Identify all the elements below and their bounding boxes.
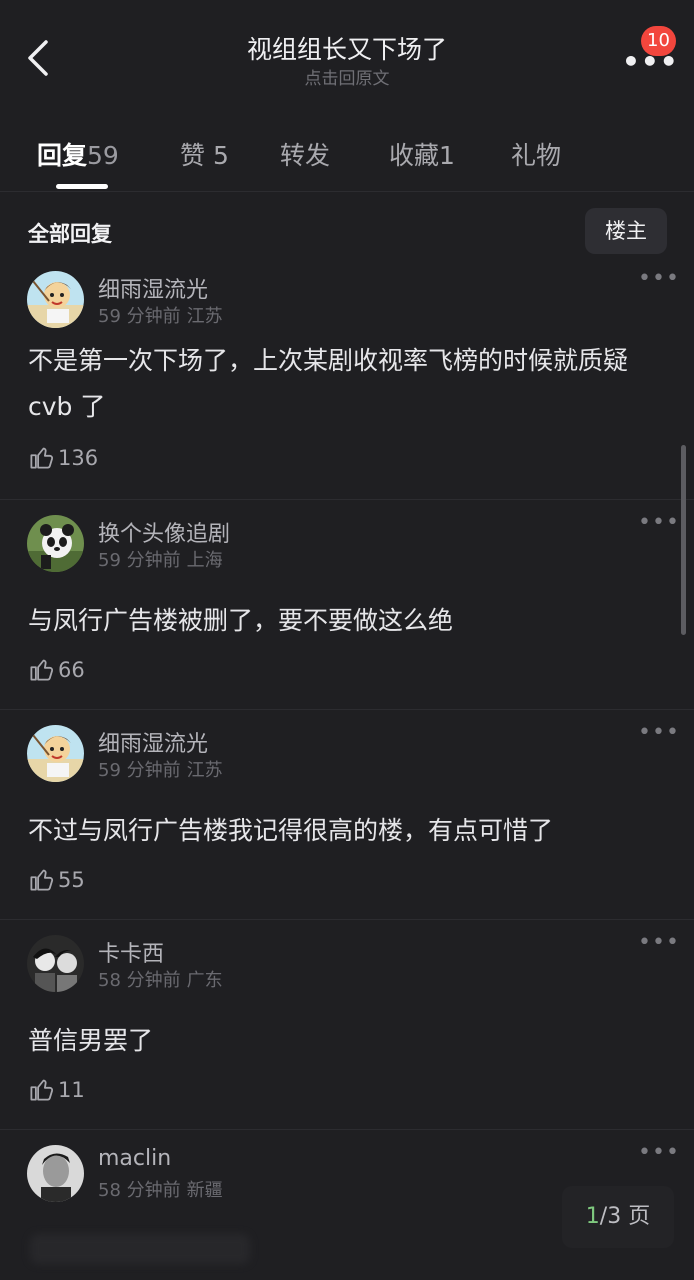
username[interactable]: 细雨湿流光 [98, 726, 208, 758]
partial-comment-text [30, 1234, 250, 1264]
thumbs-up-icon [30, 869, 54, 891]
comment-location: 广东 [186, 970, 223, 991]
tab-label: 转发 [280, 141, 331, 170]
comment-item: 换个头像追剧 59 分钟前 上海 ••• 与凤行广告楼被删了，要不要做这么绝 66 [0, 500, 694, 710]
like-button[interactable]: 66 [28, 656, 85, 683]
comment-location: 江苏 [186, 760, 223, 781]
tab-count: 59 [87, 141, 119, 170]
tab-label: 赞 [180, 141, 206, 170]
like-count: 66 [58, 657, 85, 682]
comment-meta: 58 分钟前 广东 [98, 966, 229, 992]
page-indicator-button[interactable]: 1/3 页 [562, 1186, 674, 1248]
comment-more-icon[interactable]: ••• [638, 722, 679, 748]
avatar[interactable] [27, 935, 84, 992]
username[interactable]: 卡卡西 [98, 936, 164, 968]
avatar[interactable] [27, 271, 84, 328]
tab-count: 1 [439, 141, 455, 170]
replies-section-header: 全部回复 楼主 [0, 200, 694, 260]
like-count: 55 [58, 867, 85, 892]
active-tab-indicator [56, 184, 108, 189]
like-count: 136 [58, 445, 99, 470]
comment-text[interactable]: 与凤行广告楼被删了，要不要做这么绝 [28, 598, 668, 644]
comment-item: 卡卡西 58 分钟前 广东 ••• 普信男罢了 11 [0, 920, 694, 1130]
op-only-filter-button[interactable]: 楼主 [585, 208, 667, 254]
comment-more-icon[interactable]: ••• [638, 268, 679, 294]
back-to-original-link[interactable]: 点击回原文 [0, 64, 694, 89]
username[interactable]: 细雨湿流光 [98, 272, 208, 304]
like-count: 11 [58, 1077, 85, 1102]
comment-item: 细雨湿流光 59 分钟前 江苏 ••• 不是第一次下场了，上次某剧收视率飞榜的时候… [0, 256, 694, 500]
tab-likes[interactable]: 赞 5 [180, 136, 229, 172]
like-button[interactable]: 55 [28, 866, 85, 893]
username[interactable]: maclin [98, 1146, 171, 1171]
comment-time: 58 分钟前 [98, 1180, 181, 1201]
thumbs-up-icon [30, 1079, 54, 1101]
post-title: 视组组长又下场了 [246, 35, 447, 64]
avatar[interactable] [27, 725, 84, 782]
comment-meta: 59 分钟前 江苏 [98, 756, 229, 782]
top-bar: 视组组长又下场了 点击回原文 ••• 10 [0, 0, 694, 100]
comment-more-icon[interactable]: ••• [638, 1142, 679, 1168]
avatar[interactable] [27, 515, 84, 572]
page-total: /3 页 [599, 1204, 651, 1229]
thumbs-up-icon [30, 447, 54, 469]
current-page: 1 [585, 1204, 600, 1229]
tab-count: 5 [212, 141, 229, 170]
comment-time: 59 分钟前 [98, 760, 181, 781]
tab-gifts[interactable]: 礼物 [511, 136, 561, 172]
tab-label: 回复 [37, 141, 88, 170]
comment-text[interactable]: 不是第一次下场了，上次某剧收视率飞榜的时候就质疑 cvb 了 [28, 338, 668, 430]
section-title: 全部回复 [28, 222, 112, 246]
comment-more-icon[interactable]: ••• [638, 932, 679, 958]
comment-item: 细雨湿流光 59 分钟前 江苏 ••• 不过与凤行广告楼我记得很高的楼，有点可惜了… [0, 710, 694, 920]
tab-reposts[interactable]: 转发 [280, 136, 330, 172]
avatar[interactable] [27, 1145, 84, 1202]
comment-meta: 58 分钟前 新疆 [98, 1176, 229, 1202]
comment-more-icon[interactable]: ••• [638, 512, 679, 538]
comment-location: 江苏 [186, 306, 223, 327]
tab-bar: 回复59 赞 5 转发 收藏1 礼物 [0, 120, 694, 192]
tab-replies[interactable]: 回复59 [37, 136, 119, 172]
comment-text[interactable]: 普信男罢了 [28, 1018, 668, 1064]
comment-time: 58 分钟前 [98, 970, 181, 991]
like-button[interactable]: 11 [28, 1076, 85, 1103]
comment-meta: 59 分钟前 上海 [98, 546, 229, 572]
like-button[interactable]: 136 [28, 444, 98, 471]
comment-location: 新疆 [186, 1180, 223, 1201]
scrollbar[interactable] [681, 445, 686, 635]
username[interactable]: 换个头像追剧 [98, 516, 230, 548]
comment-text[interactable]: 不过与凤行广告楼我记得很高的楼，有点可惜了 [28, 808, 668, 854]
notification-badge: 10 [641, 26, 676, 56]
comment-meta: 59 分钟前 江苏 [98, 302, 229, 328]
comment-time: 59 分钟前 [98, 550, 181, 571]
thumbs-up-icon [30, 659, 54, 681]
tab-label: 礼物 [511, 141, 562, 170]
tab-label: 收藏 [389, 141, 440, 170]
tab-favorites[interactable]: 收藏1 [389, 136, 455, 172]
comment-time: 59 分钟前 [98, 306, 181, 327]
comment-location: 上海 [186, 550, 223, 571]
